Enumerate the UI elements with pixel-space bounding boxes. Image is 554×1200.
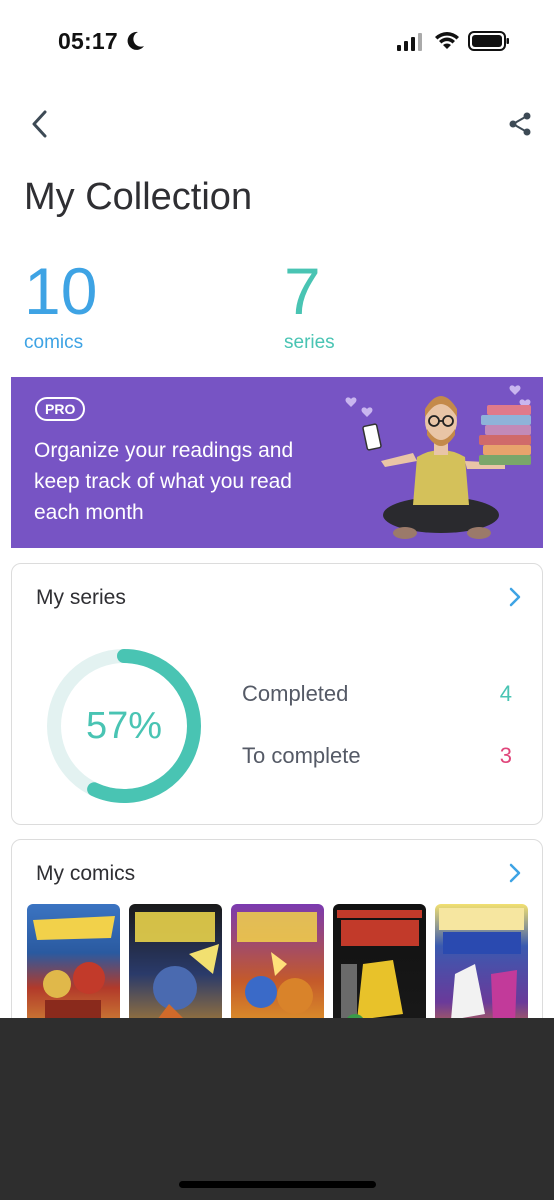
signal-icon <box>397 33 422 51</box>
my-series-chevron[interactable] <box>502 584 528 610</box>
my-comics-chevron[interactable] <box>502 860 528 886</box>
comics-count: 10 <box>24 254 98 328</box>
series-stat: 7 series <box>284 258 335 354</box>
series-count: 7 <box>284 254 321 328</box>
my-series-card[interactable]: My series 57% Completed 4 To complete 3 <box>11 563 543 825</box>
status-time: 05:17 <box>58 28 118 54</box>
to-complete-row: To complete 3 <box>242 743 512 769</box>
series-percent: 57% <box>85 704 163 747</box>
series-label: series <box>284 332 335 353</box>
my-comics-title: My comics <box>36 862 136 885</box>
completed-row: Completed 4 <box>242 681 512 707</box>
pro-banner-text: Organize your readings and keep track of… <box>34 439 294 524</box>
battery-icon <box>468 31 509 51</box>
back-button[interactable] <box>22 106 58 142</box>
completed-label: Completed <box>242 681 349 706</box>
moon-icon <box>127 31 144 50</box>
pro-badge: PRO <box>35 397 86 421</box>
share-button[interactable] <box>502 106 538 142</box>
bottom-overlay <box>0 1018 554 1200</box>
to-complete-label: To complete <box>242 743 361 768</box>
chevron-right-icon <box>509 587 521 607</box>
page-title: My Collection <box>24 176 253 218</box>
chevron-left-icon <box>32 110 47 138</box>
to-complete-value: 3 <box>499 743 512 768</box>
pro-banner[interactable]: PRO Organize your readings and keep trac… <box>11 377 543 548</box>
completed-value: 4 <box>499 681 512 706</box>
reader-illustration <box>345 385 531 539</box>
wifi-icon <box>435 32 459 49</box>
comics-label: comics <box>24 332 84 353</box>
my-series-title: My series <box>36 586 126 609</box>
status-bar: 05:17 <box>0 0 554 84</box>
comics-stat: 10 comics <box>24 258 97 354</box>
chevron-right-icon <box>509 863 521 883</box>
home-indicator[interactable] <box>179 1181 376 1188</box>
share-icon <box>509 112 531 136</box>
my-comics-card[interactable]: My comics <box>11 839 543 1039</box>
